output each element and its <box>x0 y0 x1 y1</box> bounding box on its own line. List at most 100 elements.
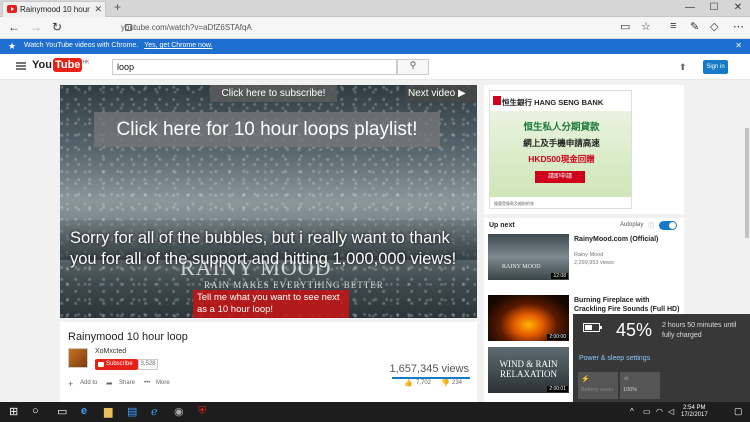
window-controls: — ☐ ✕ <box>678 0 750 17</box>
youtube-logo[interactable]: You Tube HK <box>32 58 89 72</box>
add-icon[interactable]: + <box>68 379 73 389</box>
web-note-icon[interactable]: ✎ <box>690 20 699 33</box>
share-icon[interactable]: ◇ <box>710 20 718 33</box>
video-duration: 12:08 <box>551 273 568 279</box>
minimize-icon[interactable]: — <box>678 0 702 17</box>
bank-header: 恒生銀行 HANG SENG BANK <box>490 91 631 111</box>
autoplay-label: Autoplay <box>620 222 644 228</box>
info-icon[interactable]: ⓘ <box>648 221 654 230</box>
video-thumbnail[interactable]: WIND & RAIN RELAXATION 2:00:01 <box>488 347 569 393</box>
volume-icon[interactable]: ◁ <box>668 407 674 416</box>
store-icon[interactable]: ▤ <box>127 405 137 418</box>
watermark-tagline: RAIN MAKES EVERYTHING BETTER <box>204 280 384 290</box>
bank-ad[interactable]: 恒生銀行 HANG SENG BANK 恒生私人分期貸款 網上及手機申請高速 H… <box>489 90 632 209</box>
star-icon: ★ <box>8 41 17 51</box>
add-to-button[interactable]: Add to <box>80 380 97 386</box>
windows-taskbar: ⊞ ○ ▭ e ▆ ▤ ℯ ◉ ⛨ ^ ▭ ◠ ◁ 2:54 PM 17/2/2… <box>0 402 750 422</box>
video-thumbnail[interactable]: RAINY MOOD 12:08 <box>488 234 569 280</box>
brightness-tile[interactable]: ☼ 100% <box>620 372 660 399</box>
battery-time-remaining: 2 hours 50 minutes until fully charged <box>662 322 737 339</box>
antivirus-icon[interactable]: ⛨ <box>198 405 206 418</box>
power-sleep-settings-link[interactable]: Power & sleep settings <box>579 355 650 362</box>
ad-apply-button[interactable]: 請即申請 <box>535 171 585 183</box>
battery-saver-icon: ⚡ <box>581 376 590 383</box>
search-button[interactable]: ⚲ <box>397 59 429 75</box>
url-field[interactable]: youtube.com/watch?v=aDfZ6STAfqA <box>76 20 616 36</box>
hub-icon[interactable]: ≡ <box>670 20 676 32</box>
chrome-infobar: ★ Watch YouTube videos with Chrome. Yes,… <box>0 39 750 54</box>
battery-saver-tile[interactable]: ⚡ Battery saver <box>578 372 618 399</box>
video-title[interactable]: Burning Fireplace with Crackling Fire So… <box>574 296 680 314</box>
share-arrow-icon[interactable]: ➦ <box>106 379 113 388</box>
scrollbar-thumb[interactable] <box>745 128 749 238</box>
browser-tab[interactable]: Rainymood 10 hour ✕ <box>2 1 106 17</box>
task-view-icon[interactable]: ▭ <box>57 405 67 418</box>
battery-tray-icon[interactable]: ▭ <box>643 407 651 416</box>
share-button[interactable]: Share <box>119 380 135 386</box>
more-dots-icon[interactable]: ••• <box>144 380 150 386</box>
more-button[interactable]: More <box>156 380 170 386</box>
brightness-icon: ☼ <box>623 375 630 382</box>
battery-percent: 45% <box>616 320 653 340</box>
file-explorer-icon[interactable]: ▆ <box>104 405 112 418</box>
video-channel: Rainy Mood <box>574 252 604 258</box>
related-video[interactable]: RAINY MOOD 12:08 RainyMood.com (Official… <box>488 234 680 282</box>
next-video-annotation[interactable]: Next video ▶ <box>405 85 477 102</box>
upload-icon[interactable]: ⬆ <box>679 62 687 73</box>
ad-body: 恒生私人分期貸款 網上及手機申請高速 HKD500現金回贈 請即申請 <box>490 111 631 197</box>
favorite-star-icon[interactable]: ☆ <box>641 20 651 33</box>
media-player-icon[interactable]: ◉ <box>174 405 184 418</box>
video-player[interactable]: RAINY MOOD RAIN MAKES EVERYTHING BETTER … <box>60 85 477 318</box>
autoplay-toggle[interactable] <box>659 221 677 230</box>
internet-explorer-icon[interactable]: ℯ <box>151 405 158 418</box>
edge-icon[interactable]: e <box>81 405 87 417</box>
maximize-icon[interactable]: ☐ <box>702 0 726 17</box>
view-count: 1,657,345 views <box>389 363 470 375</box>
playlist-annotation[interactable]: Click here for 10 hour loops playlist! <box>94 112 440 147</box>
video-views: 2,299,953 views <box>574 260 614 266</box>
clock-date: 17/2/2017 <box>681 412 708 418</box>
subscribe-annotation[interactable]: Click here to subscribe! <box>210 85 337 102</box>
youtube-header: You Tube HK loop ⚲ ⬆ Sign in <box>0 54 750 80</box>
dislike-count[interactable]: 234 <box>452 380 462 386</box>
reading-view-icon[interactable]: ▭ <box>620 20 630 33</box>
video-title[interactable]: RainyMood.com (Official) <box>574 235 680 244</box>
youtube-favicon-icon <box>7 5 17 13</box>
video-duration: 2:00:01 <box>547 386 568 392</box>
like-icon[interactable]: 👍 <box>404 379 413 387</box>
suggestion-annotation[interactable]: Tell me what you want to see next as a 1… <box>193 290 349 318</box>
more-icon[interactable]: ⋯ <box>733 20 744 33</box>
thanks-annotation: Sorry for all of the bubbles, but i real… <box>70 229 457 268</box>
lock-icon <box>125 24 132 31</box>
channel-avatar[interactable] <box>68 348 88 368</box>
action-center-icon[interactable]: ▢ <box>734 406 743 417</box>
subscribe-button[interactable]: Subscribe <box>95 359 138 370</box>
video-thumbnail[interactable]: 2:00:00 <box>488 295 569 341</box>
search-icon[interactable]: ○ <box>32 405 39 417</box>
bank-logo-icon <box>493 96 501 105</box>
close-infobar-icon[interactable]: ✕ <box>735 41 742 50</box>
get-chrome-link[interactable]: Yes, get Chrome now. <box>144 42 212 49</box>
search-input[interactable]: loop <box>112 59 397 75</box>
clock-time: 2:54 PM <box>683 405 706 411</box>
new-tab-button[interactable]: + <box>114 0 121 14</box>
clock[interactable]: 2:54 PM 17/2/2017 <box>681 405 708 419</box>
url-text: youtube.com/watch?v=aDfZ6STAfqA <box>121 23 252 32</box>
refresh-icon[interactable]: ↻ <box>52 20 62 34</box>
channel-name[interactable]: XoMxcted <box>95 348 126 355</box>
battery-icon <box>583 323 602 332</box>
close-window-icon[interactable]: ✕ <box>726 0 750 17</box>
battery-flyout: 45% 2 hours 50 minutes until fully charg… <box>573 314 750 402</box>
dislike-icon[interactable]: 👎 <box>441 379 450 387</box>
tab-title: Rainymood 10 hour <box>20 5 90 14</box>
guide-menu-icon[interactable] <box>16 62 26 70</box>
sign-in-button[interactable]: Sign in <box>703 60 728 74</box>
like-count[interactable]: 7,702 <box>416 380 431 386</box>
forward-arrow-icon[interactable]: → <box>30 20 42 34</box>
wifi-icon[interactable]: ◠ <box>656 407 663 416</box>
thumb-text: RAINY MOOD <box>502 264 541 270</box>
start-windows-icon[interactable]: ⊞ <box>9 405 18 418</box>
back-arrow-icon[interactable]: ← <box>8 20 20 34</box>
close-tab-icon[interactable]: ✕ <box>94 4 102 15</box>
tray-chevron-icon[interactable]: ^ <box>630 407 634 416</box>
